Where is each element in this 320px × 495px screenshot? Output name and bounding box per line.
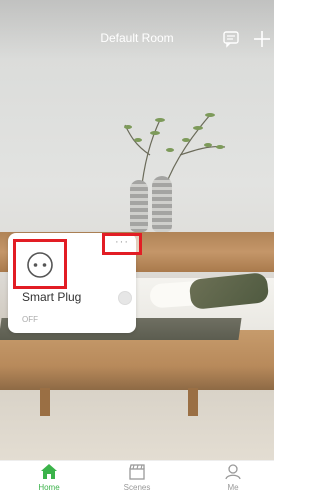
tab-me[interactable]: Me: [203, 463, 263, 492]
tab-home-label: Home: [38, 483, 60, 492]
header: Default Room: [0, 28, 274, 50]
tab-me-label: Me: [227, 483, 239, 492]
scenes-icon: [129, 464, 145, 480]
bed-leg: [40, 388, 50, 416]
bed-leg: [188, 388, 198, 416]
tab-scenes-label: Scenes: [123, 483, 151, 492]
vase-right: [152, 176, 172, 232]
plus-icon[interactable]: [252, 29, 272, 49]
plug-icon: [27, 252, 53, 278]
device-status: OFF: [22, 315, 38, 324]
message-icon[interactable]: [222, 30, 240, 48]
room-background: Default Room ··· Smart Plug OFF: [0, 0, 274, 460]
more-icon: ···: [115, 235, 129, 248]
more-options-button[interactable]: ···: [102, 233, 142, 255]
home-icon: [41, 464, 57, 479]
device-card[interactable]: ··· Smart Plug OFF: [8, 233, 142, 333]
vase-left: [130, 180, 148, 232]
tab-bar: Home Scenes Me: [0, 460, 274, 495]
device-name: Smart Plug: [22, 290, 82, 304]
plug-icon-highlight[interactable]: [13, 239, 67, 289]
tab-scenes[interactable]: Scenes: [107, 463, 167, 492]
person-icon: [225, 464, 241, 480]
tab-home[interactable]: Home: [19, 463, 79, 492]
power-toggle[interactable]: [118, 291, 132, 305]
